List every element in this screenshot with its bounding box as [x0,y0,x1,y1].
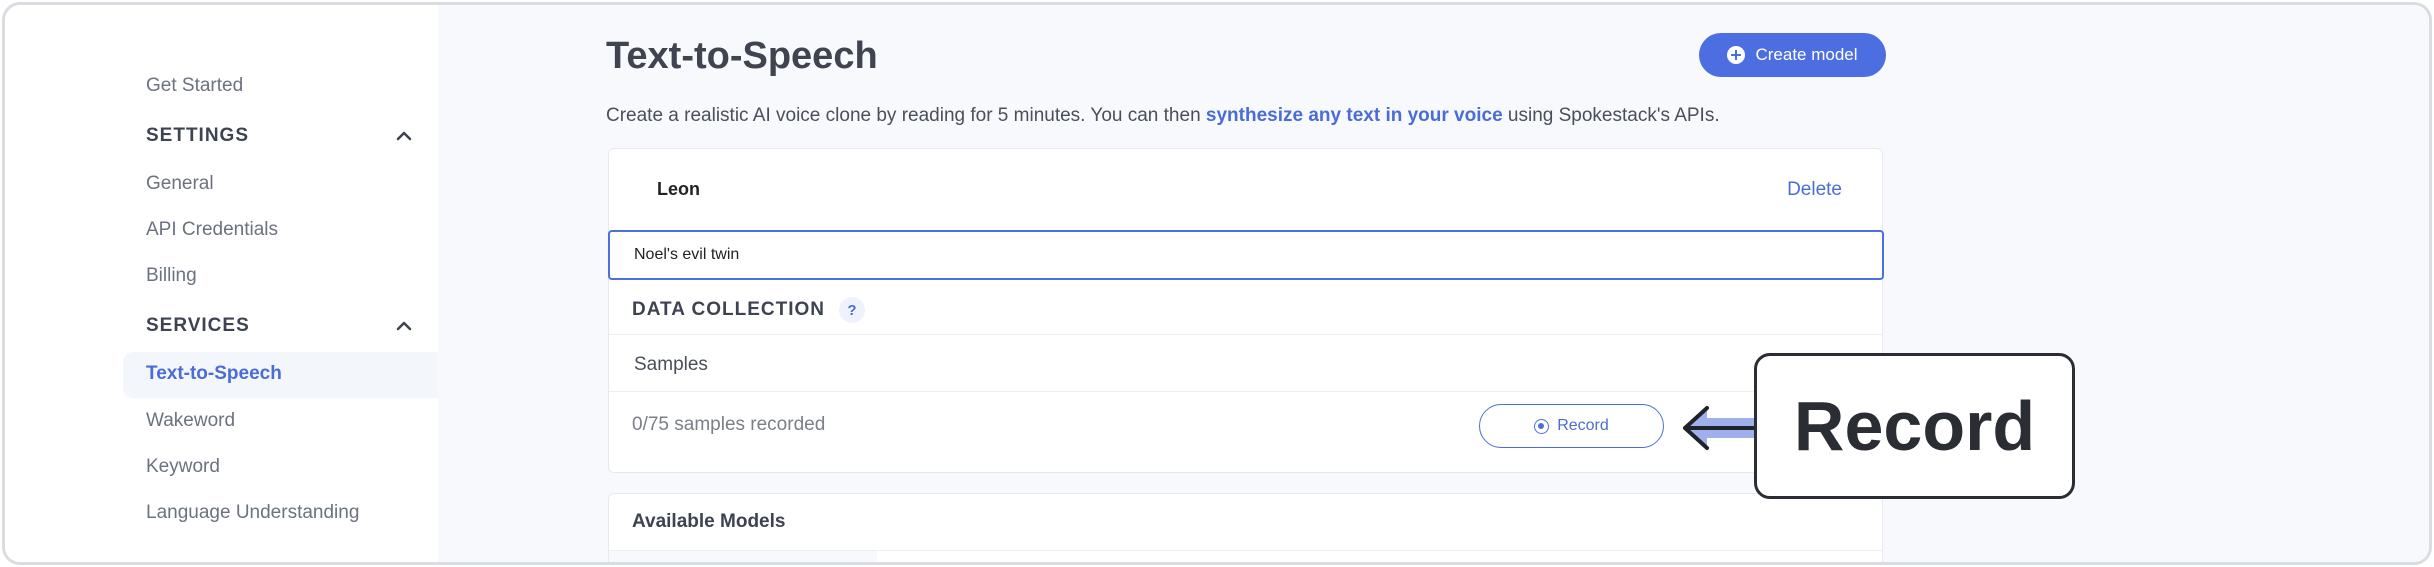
record-label: Record [1557,417,1609,434]
record-icon [1534,418,1550,434]
record-callout: Record [1754,353,2075,499]
chevron-up-icon[interactable] [395,127,413,145]
chevron-up-icon[interactable] [395,317,413,335]
create-model-button[interactable]: Create model [1699,33,1886,77]
divider [609,391,1882,392]
sidebar: Get Started SETTINGS General API Credent… [5,5,438,562]
sidebar-item-wakeword[interactable]: Wakeword [146,410,235,432]
delete-button[interactable]: Delete [1787,179,1842,201]
sidebar-section-settings[interactable]: SETTINGS [146,125,249,147]
help-icon[interactable]: ? [839,297,866,323]
model-name: Leon [657,179,700,199]
plus-circle-icon [1727,46,1746,64]
sidebar-item-general[interactable]: General [146,173,214,195]
app-window: Get Started SETTINGS General API Credent… [2,2,2432,565]
description-text: Create a realistic AI voice clone by rea… [606,105,1206,126]
data-collection-header: DATA COLLECTION ? [632,297,866,323]
model-name-input[interactable] [608,230,1884,280]
sidebar-item-text-to-speech[interactable]: Text-to-Speech [146,363,282,385]
divider [609,334,1882,335]
sidebar-item-keyword[interactable]: Keyword [146,456,220,478]
available-models-card: Available Models [608,493,1883,562]
description-text-end: using Spokestack's APIs. [1502,105,1720,126]
sidebar-item-language-understanding[interactable]: Language Understanding [146,502,359,524]
record-button[interactable]: Record [1479,404,1664,448]
sidebar-section-services[interactable]: SERVICES [146,315,250,337]
main-content: Text-to-Speech Create model Create a rea… [438,5,2429,562]
samples-count: 0/75 samples recorded [632,414,826,435]
create-model-label: Create model [1755,45,1858,64]
page-description: Create a realistic AI voice clone by rea… [606,105,1720,127]
arrow-left-icon [1683,406,1757,450]
sidebar-item-billing[interactable]: Billing [146,265,197,287]
models-tab[interactable] [609,551,877,562]
sidebar-item-get-started[interactable]: Get Started [146,75,243,97]
synthesize-link[interactable]: synthesize any text in your voice [1206,105,1503,126]
available-models-title: Available Models [632,511,786,532]
data-collection-label: DATA COLLECTION [632,299,826,320]
samples-label: Samples [634,354,708,375]
sidebar-item-api-credentials[interactable]: API Credentials [146,219,278,241]
page-title: Text-to-Speech [606,35,878,77]
